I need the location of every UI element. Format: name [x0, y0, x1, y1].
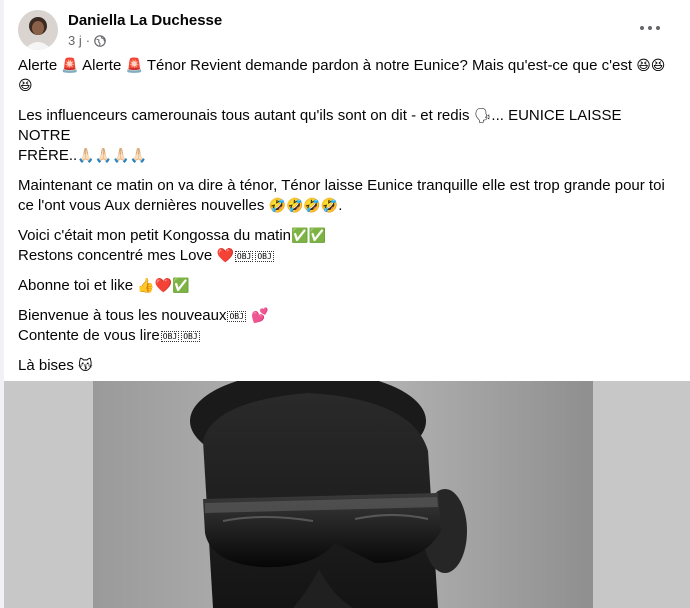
post-paragraph: Les influenceurs camerounais tous autant…: [18, 106, 678, 166]
emoji: 😆: [18, 78, 33, 94]
emoji: 😽: [78, 358, 93, 374]
obj-placeholder: OBJ: [255, 250, 274, 262]
more-options-dot: [656, 26, 660, 30]
post-card: Daniella La Duchesse 3 j · Alerte 🚨 Aler…: [4, 0, 690, 608]
post-paragraph: Voici c'était mon petit Kongossa du mati…: [18, 226, 678, 266]
post-text-segment: Alerte: [18, 57, 62, 74]
post-paragraph: Bienvenue à tous les nouveaux OBJ 💕 Conten…: [18, 306, 678, 346]
post-text-segment: Bienvenue à tous les nouveaux: [18, 307, 227, 324]
post-paragraph: Maintenant ce matin on va dire à ténor, …: [18, 176, 678, 216]
obj-placeholder: OBJ: [181, 330, 200, 342]
post-text-segment: Là bises: [18, 357, 79, 374]
emoji: 😆😆: [636, 58, 666, 74]
post-text-segment: Les influenceurs camerounais tous autant…: [18, 107, 474, 124]
more-options-button[interactable]: [636, 18, 664, 38]
author-name[interactable]: Daniella La Duchesse: [68, 12, 222, 29]
emoji: 🗣: [473, 108, 492, 124]
emoji: 👍: [137, 278, 155, 294]
globe-icon: [94, 34, 106, 47]
post-text-segment: Maintenant ce matin on va dire à ténor, …: [18, 177, 665, 194]
more-options-dot: [648, 26, 652, 30]
emoji: 💕: [251, 308, 269, 324]
avatar-image: [18, 10, 58, 50]
emoji: 🚨: [61, 58, 79, 74]
obj-placeholder: OBJ: [234, 250, 254, 262]
post-text-segment: Abonne toi et like: [18, 277, 138, 294]
obj-placeholder: OBJ: [160, 330, 180, 342]
post-meta: 3 j ·: [68, 33, 106, 48]
emoji: ✅✅: [291, 228, 326, 244]
emoji: 🙏🏻🙏🏻🙏🏻🙏🏻: [77, 148, 147, 164]
more-options-icon: [640, 26, 644, 30]
emoji: ❤️: [216, 248, 234, 264]
emoji: ✅: [172, 278, 190, 294]
post-text-segment: Restons concentré mes Love: [18, 247, 217, 264]
post-text-segment: FRÈRE..: [18, 147, 78, 164]
post-text-segment: ce l'ont vous Aux dernières nouvelles: [18, 197, 269, 214]
avatar[interactable]: [18, 10, 58, 50]
post-text-segment: Alerte: [78, 57, 126, 74]
post-text-segment: Ténor Revient demande pardon à notre Eun…: [142, 57, 637, 74]
post-text: Alerte 🚨 Alerte 🚨 Ténor Revient demande …: [18, 56, 678, 416]
emoji: 🚨: [125, 58, 143, 74]
emoji: ❤️: [154, 278, 173, 294]
post-text-segment: .: [338, 197, 343, 214]
post-media[interactable]: [4, 381, 690, 608]
post-header: Daniella La Duchesse 3 j ·: [4, 0, 690, 56]
post-paragraph: Là bises 😽: [18, 356, 678, 376]
post-paragraph: Alerte 🚨 Alerte 🚨 Ténor Revient demande …: [18, 56, 678, 96]
post-time[interactable]: 3 j: [68, 33, 82, 48]
post-photo[interactable]: [93, 381, 593, 608]
meta-separator: ·: [85, 33, 91, 48]
post-paragraph: Abonne toi et like 👍❤️✅: [18, 276, 678, 296]
emoji: 🤣🤣🤣🤣: [268, 198, 339, 214]
post-text-segment: Voici c'était mon petit Kongossa du mati…: [18, 227, 292, 244]
post-text-segment: Contente de vous lire: [18, 327, 160, 344]
obj-placeholder: OBJ: [227, 310, 246, 322]
